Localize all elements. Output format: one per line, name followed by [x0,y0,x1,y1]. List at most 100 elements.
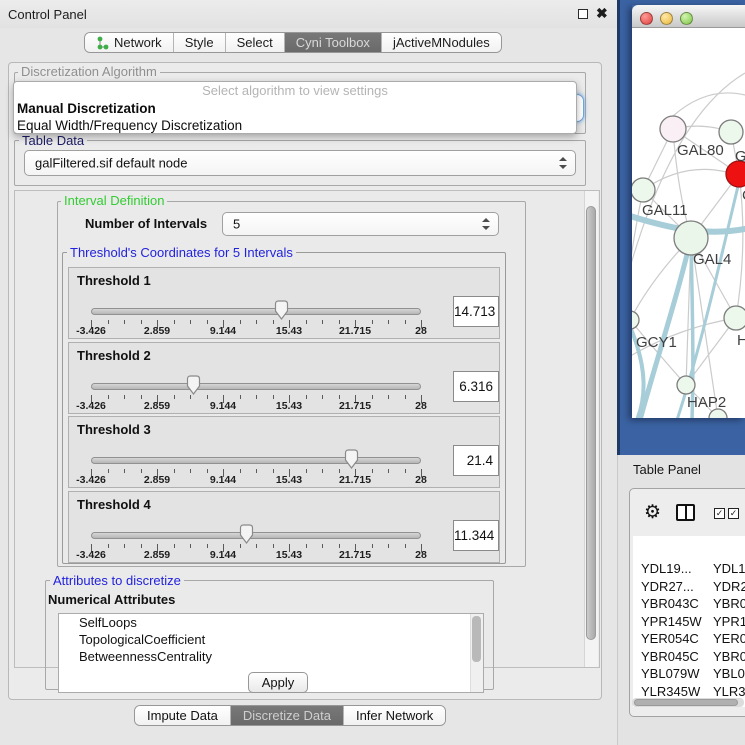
slider-thumb[interactable] [274,300,289,320]
table-cell-shared-name[interactable]: YBL079W [641,665,700,682]
table-cell-name[interactable]: YBR0 [713,648,745,665]
checkbox-icon[interactable]: ✓ [728,508,739,519]
slider-tick [108,469,109,473]
slider-track[interactable] [91,532,421,539]
table-cell-shared-name[interactable]: YER054C [641,630,699,647]
slider-track[interactable] [91,383,421,390]
table-cell-name[interactable]: YLR3 [713,683,745,700]
threshold-value-field[interactable]: 6.316 [453,371,499,402]
checkbox-icon[interactable]: ✓ [714,508,725,519]
table-cell-name[interactable]: YDL1 [713,560,745,577]
slider-tick [306,469,307,473]
slider-thumb[interactable] [186,375,201,395]
tab-jactivemnodules[interactable]: jActiveMNodules [382,33,501,52]
table-cell-shared-name[interactable]: YDL19... [641,560,692,577]
slider-tick-label: -3.426 [61,400,121,412]
slider-tick-label: 21.715 [325,474,385,486]
slider-track[interactable] [91,308,421,315]
node-label: GAL11 [642,202,688,219]
slider-tick [339,395,340,399]
slider-tick [306,395,307,399]
number-of-intervals-combobox[interactable]: 5 [222,212,499,236]
slider-tick [273,320,274,324]
node-table: YDL19... YDL1 YDR27... YDR2 YBR043C YBR0 YPR14… [633,536,745,707]
attribute-list-item[interactable]: TopologicalCoefficient [59,631,483,648]
table-cell-shared-name[interactable]: YDR27... [641,578,694,595]
slider-tick [190,544,191,548]
network-edge[interactable] [673,93,745,116]
tab-style[interactable]: Style [174,33,226,52]
table-cell-shared-name[interactable]: YBR045C [641,648,699,665]
dropdown-option-manual[interactable]: Manual Discretization [14,100,576,117]
number-of-intervals-label: Number of Intervals [85,216,207,231]
tab-cyni-toolbox[interactable]: Cyni Toolbox [285,33,382,52]
network-canvas[interactable]: GAL80GACGAL11GAL4GCY1HHAP2 [632,28,745,418]
slider-tick [190,320,191,324]
tab-infer-network[interactable]: Infer Network [344,706,445,725]
slider-tick [322,320,323,324]
slider-tick [190,469,191,473]
slider-tick [240,320,241,324]
attribute-list-item[interactable]: SelfLoops [59,614,483,631]
table-cell-name[interactable]: YBR0 [713,595,745,612]
table-data-combobox[interactable]: galFiltered.sif default node [24,150,576,176]
network-node-gal11[interactable] [632,178,655,202]
slider-thumb[interactable] [344,449,359,469]
mac-minimize-icon[interactable] [660,12,673,25]
slider-tick [322,395,323,399]
table-cell-shared-name[interactable]: YBR043C [641,595,699,612]
threshold-value-field[interactable]: 14.713 [453,296,499,327]
slider-tick [124,544,125,548]
dropdown-option-equal-width[interactable]: Equal Width/Frequency Discretization [14,117,576,134]
slider-tick [372,395,373,399]
slider-tick [339,469,340,473]
mac-close-icon[interactable] [640,12,653,25]
node-label: H [737,332,745,349]
settings-scrollbar-thumb[interactable] [586,206,596,640]
columns-icon[interactable] [676,504,695,521]
slider-thumb[interactable] [239,524,254,544]
network-node-hap2[interactable] [677,376,695,394]
threshold-value-field[interactable]: 11.344 [453,520,499,551]
network-node-h[interactable] [724,306,745,330]
slider-tick [256,544,257,548]
numerical-attributes-label: Numerical Attributes [48,592,175,607]
tab-select[interactable]: Select [226,33,285,52]
slider-tick [240,469,241,473]
mac-zoom-icon[interactable] [680,12,693,25]
network-node-gal80[interactable] [660,116,686,142]
threshold-value-field[interactable]: 21.4 [453,445,499,476]
network-icon [96,36,109,50]
slider-tick [405,544,406,548]
table-cell-name[interactable]: YER0 [713,630,745,647]
table-cell-name[interactable]: YBL0 [713,665,745,682]
network-node-ga[interactable] [719,120,743,144]
slider-tick [141,320,142,324]
network-node-gcy1[interactable] [632,311,639,329]
close-icon[interactable]: ✖ [596,5,608,22]
slider-tick-label: 21.715 [325,400,385,412]
table-cell-name[interactable]: YDR2 [713,578,745,595]
tab-discretize-data[interactable]: Discretize Data [231,706,344,725]
tab-impute-data[interactable]: Impute Data [135,706,231,725]
table-cell-name[interactable]: YPR1 [713,613,745,630]
slider-tick [174,469,175,473]
attributes-scrollbar-thumb[interactable] [472,616,481,662]
tab-network[interactable]: Network [85,33,174,52]
threshold-row-1: Threshold 1-3.4262.8599.14415.4321.71528… [68,267,500,339]
threshold-row-3: Threshold 3-3.4262.8599.14415.4321.71528… [68,416,500,488]
attribute-list-item[interactable]: BetweennessCentrality [59,648,483,665]
slider-track[interactable] [91,457,421,464]
slider-tick [207,395,208,399]
table-scrollbar-thumb[interactable] [634,699,738,706]
dropdown-prompt-item[interactable]: Select algorithm to view settings [14,82,576,100]
slider-tick [207,469,208,473]
table-cell-shared-name[interactable]: YLR345W [641,683,700,700]
table-cell-shared-name[interactable]: YPR145W [641,613,702,630]
network-node-gal4[interactable] [674,221,708,255]
apply-button[interactable]: Apply [248,672,308,693]
float-window-icon[interactable] [578,9,588,19]
slider-tick [339,544,340,548]
gear-icon[interactable]: ⚙ [644,501,661,524]
slider-tick-label: 9.144 [193,549,253,561]
